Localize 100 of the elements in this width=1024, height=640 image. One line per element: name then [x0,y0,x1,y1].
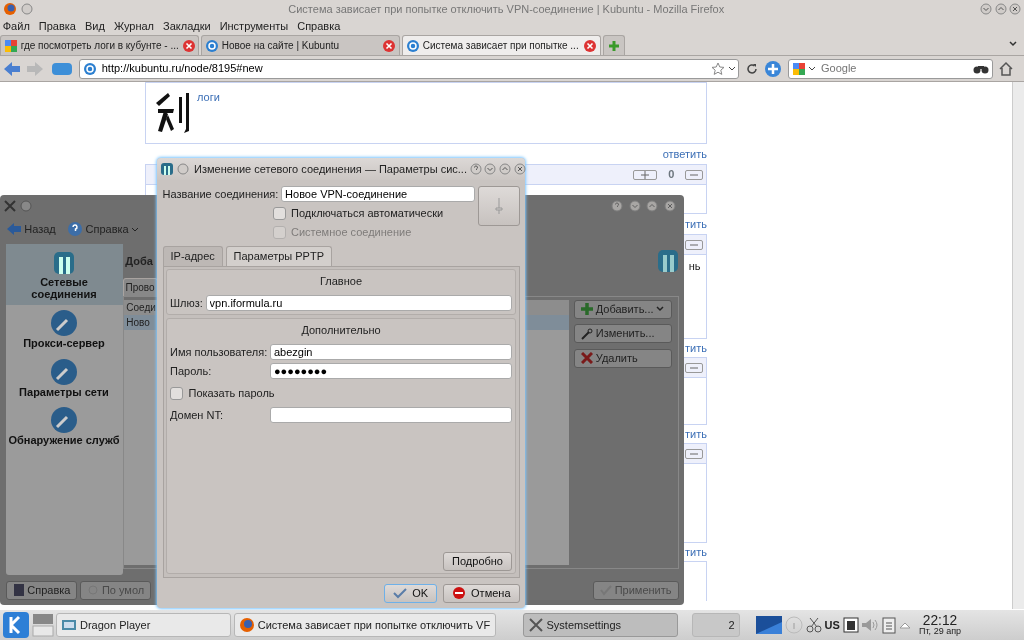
text-field[interactable]: ●●●●●●●● [269,363,512,380]
tab-groups-icon[interactable] [49,60,74,77]
sidebar-item[interactable]: Прокси-сервер [5,305,123,354]
caret-icon [656,305,665,313]
reload-button[interactable] [744,61,759,76]
tab[interactable]: Параметры PPTP [225,246,332,266]
sidebar-item[interactable]: Сетевые соединения [5,243,123,306]
close-tab-icon[interactable] [583,38,597,53]
help-button[interactable]: Справка [5,580,78,600]
window-menu-button[interactable] [176,163,189,175]
window-menu-button[interactable] [20,3,33,15]
ok-button[interactable]: OK [383,583,438,603]
clipboard-icon[interactable] [882,616,897,634]
close-tab-icon[interactable] [382,38,396,53]
search-input[interactable]: Google [819,59,971,78]
scrollbar[interactable] [1012,82,1024,609]
dropdown-icon[interactable] [808,64,817,73]
link[interactable]: логи [197,88,220,105]
menu-item[interactable]: Инструменты [219,17,289,35]
start-menu-button[interactable] [2,612,29,638]
address-bar[interactable]: http://kubuntu.ru/node/8195#new [79,58,740,79]
plus-icon [607,38,621,53]
add-button[interactable] [764,59,783,78]
details-button[interactable]: Подробно [443,551,512,571]
close-button[interactable] [663,200,676,212]
edit-button[interactable]: Изменить... [574,324,672,343]
search-field[interactable]: Google [787,58,993,79]
minimize-button[interactable] [628,200,641,212]
url-field[interactable]: http://kubuntu.ru/node/8195#new [99,59,708,78]
vote-down-button[interactable] [685,239,704,250]
delete-button[interactable]: Удалить [574,348,672,368]
reply-link[interactable]: тить [685,339,707,357]
checkbox-label: Подключаться автоматически [291,205,444,221]
browser-tab[interactable]: Система зависает при попытке ... [402,35,601,55]
search-engine-icon [4,38,18,53]
cancel-button[interactable]: Отмена [442,583,520,603]
expand-tray-icon[interactable] [898,621,911,629]
menu-item[interactable]: Правка [38,17,76,35]
taskbar-button[interactable]: Система зависает при попытке отключить VF [234,613,496,637]
menu-item[interactable]: Справка [297,17,341,35]
bookmark-star-icon[interactable] [710,61,725,76]
browser-tab[interactable]: Новое на сайте | Kubuntu [201,35,400,55]
display-icon[interactable] [756,616,783,634]
help-icon [12,584,25,596]
add-button[interactable]: Добавить... [574,299,672,319]
section-title: Главное [319,274,363,289]
close-button[interactable] [513,163,526,175]
sidebar-item[interactable]: Обнаружение служб [5,402,123,451]
help-button[interactable] [611,200,624,212]
desktop-spinbox[interactable]: 2 [691,613,740,637]
text-field[interactable]: Новое VPN-соединение [281,185,475,202]
vote-up-button[interactable] [633,169,658,180]
reply-link[interactable]: ответить [662,145,707,163]
clock[interactable]: 22:12 Пт, 29 апр [919,613,962,637]
back-button[interactable] [2,60,21,77]
vote-down-button[interactable] [685,448,704,459]
minimize-button[interactable] [979,3,992,15]
checkbox[interactable] [170,386,183,400]
menu-item[interactable]: Закладки [163,17,211,35]
home-button[interactable] [998,60,1015,77]
site-icon [83,61,97,76]
reply-link[interactable]: тить [685,425,707,443]
maximize-button[interactable] [499,163,512,175]
forward-button[interactable] [26,60,45,77]
close-button[interactable] [1009,3,1022,15]
tab[interactable]: IP-адрес [162,246,223,266]
help-button[interactable] [469,163,482,175]
search-engine-icon[interactable] [791,61,806,76]
sidebar-item[interactable]: Параметры сети [5,353,123,403]
window-title: Система зависает при попытке отключить VPN-соединение | Kubuntu - Mozilla Firefox [287,1,726,17]
menu-item[interactable]: Журнал [113,17,154,35]
maximize-button[interactable] [646,200,659,212]
minimize-button[interactable] [484,163,497,175]
scissors-icon[interactable] [805,617,822,633]
taskbar-button[interactable]: Systemsettings [522,613,678,637]
reply-link[interactable]: тить [685,543,707,561]
field-label: Название соединения: [162,186,279,202]
reply-link[interactable]: тить [685,215,707,233]
menu-item[interactable]: Вид [84,17,105,35]
connection-icon-button[interactable] [477,185,520,226]
new-tab-button[interactable] [603,35,625,55]
vote-down-button[interactable] [685,169,704,180]
vote-down-button[interactable] [685,362,704,373]
menu-item[interactable]: Файл [2,17,30,35]
browser-tab[interactable]: где посмотреть логи в кубунте - ... [0,35,199,55]
caret-icon [131,225,140,233]
window-menu-button[interactable] [19,200,32,212]
dropdown-icon[interactable] [727,64,736,73]
section-title: Дополнительно [300,322,382,338]
keyboard-layout-button[interactable]: US [824,616,840,634]
pager-icon[interactable] [31,613,54,637]
close-tab-icon[interactable] [181,38,196,53]
text-field[interactable] [269,407,512,424]
taskbar-button[interactable]: Dragon Player [56,613,232,637]
text-field[interactable]: vpn.iformula.ru [205,295,512,312]
checkbox[interactable] [272,206,286,220]
text-field[interactable]: abezgin [269,344,512,360]
tab-list-icon[interactable] [1008,39,1018,49]
maximize-button[interactable] [994,3,1007,15]
tab[interactable]: Прово [122,277,158,296]
